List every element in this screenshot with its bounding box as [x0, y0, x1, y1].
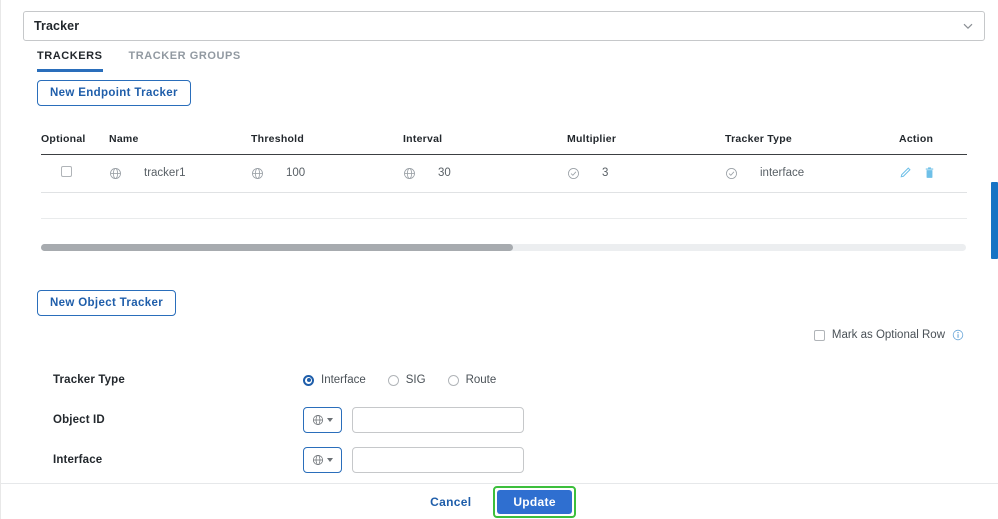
footer-actions: Cancel Update: [1, 483, 998, 519]
form-row-object-id: Object ID: [1, 400, 998, 440]
interface-scope-dropdown[interactable]: [303, 447, 342, 473]
object-id-scope-dropdown[interactable]: [303, 407, 342, 433]
trackers-table: Optional Name Threshold Interval Multipl…: [41, 133, 967, 219]
radio-sig[interactable]: SIG: [387, 374, 426, 386]
cell-threshold: 100: [251, 154, 403, 193]
cell-optional: [41, 154, 109, 193]
new-endpoint-tracker-button[interactable]: New Endpoint Tracker: [37, 80, 191, 106]
object-tracker-form: Tracker Type Interface SIG Route Object …: [1, 360, 998, 480]
page-vertical-scrollbar[interactable]: [991, 182, 998, 259]
cell-interval: 30: [403, 154, 567, 193]
new-object-tracker-button[interactable]: New Object Tracker: [37, 290, 177, 316]
tab-tracker-groups[interactable]: TRACKER GROUPS: [129, 50, 241, 72]
table-empty-row: [41, 193, 967, 219]
tracker-type-select-value: Tracker: [34, 19, 80, 33]
radio-route-label: Route: [465, 374, 497, 386]
interface-label: Interface: [53, 454, 103, 466]
caret-down-icon: [327, 458, 333, 462]
pencil-icon[interactable]: [899, 166, 912, 180]
row-tracker-type-value: interface: [760, 167, 805, 179]
cell-name: tracker1: [109, 154, 251, 193]
radio-sig-dot: [387, 374, 399, 386]
update-button[interactable]: Update: [497, 489, 572, 514]
form-row-tracker-type: Tracker Type Interface SIG Route: [1, 360, 998, 400]
radio-route-dot: [447, 374, 459, 386]
column-header-name: Name: [109, 133, 251, 155]
tracker-configuration-panel: Tracker TRACKERS TRACKER GROUPS New Endp…: [0, 0, 998, 519]
form-row-interface: Interface: [1, 440, 998, 480]
tab-trackers[interactable]: TRACKERS: [37, 50, 103, 72]
caret-down-icon: [327, 418, 333, 422]
tracker-type-select[interactable]: Tracker: [23, 11, 985, 41]
column-header-action: Action: [899, 133, 967, 155]
table-horizontal-scrollbar[interactable]: [41, 244, 966, 251]
column-header-interval: Interval: [403, 133, 567, 155]
globe-icon: [251, 167, 264, 180]
radio-interface[interactable]: Interface: [303, 374, 366, 386]
row-multiplier-value: 3: [602, 167, 609, 179]
cell-tracker-type: interface: [725, 154, 899, 193]
table-row: tracker1 100 30 3 interface: [41, 154, 967, 193]
table-horizontal-scrollbar-thumb[interactable]: [41, 244, 513, 251]
radio-interface-label: Interface: [321, 374, 366, 386]
radio-sig-label: SIG: [405, 374, 426, 386]
cancel-button[interactable]: Cancel: [424, 491, 477, 513]
globe-icon: [109, 167, 122, 180]
column-header-tracker-type: Tracker Type: [725, 133, 899, 155]
column-header-multiplier: Multiplier: [567, 133, 725, 155]
tracker-type-label: Tracker Type: [53, 374, 125, 386]
cell-multiplier: 3: [567, 154, 725, 193]
mark-as-optional-row-checkbox[interactable]: [813, 329, 825, 341]
chevron-down-icon: [962, 20, 974, 32]
globe-icon: [403, 167, 416, 180]
column-header-optional: Optional: [41, 133, 109, 155]
trash-icon[interactable]: [923, 166, 936, 180]
globe-icon: [312, 414, 324, 426]
row-interval-value: 30: [438, 167, 451, 179]
radio-interface-dot: [303, 374, 314, 386]
info-icon[interactable]: [952, 329, 964, 341]
interface-input[interactable]: [352, 447, 524, 473]
cell-action: [899, 154, 967, 193]
row-name-value: tracker1: [144, 167, 186, 179]
check-circle-icon: [725, 167, 738, 180]
object-id-label: Object ID: [53, 414, 105, 426]
tracker-type-radio-group: Interface SIG Route: [303, 374, 496, 386]
row-optional-checkbox[interactable]: [61, 166, 72, 177]
column-header-threshold: Threshold: [251, 133, 403, 155]
mark-as-optional-row: Mark as Optional Row: [813, 329, 964, 341]
table-header-row: Optional Name Threshold Interval Multipl…: [41, 133, 967, 155]
globe-icon: [312, 454, 324, 466]
mark-as-optional-row-label: Mark as Optional Row: [831, 329, 945, 341]
update-button-highlight: Update: [493, 485, 576, 518]
radio-route[interactable]: Route: [447, 374, 497, 386]
check-circle-icon: [567, 167, 580, 180]
row-threshold-value: 100: [286, 167, 306, 179]
tabs-bar: TRACKERS TRACKER GROUPS: [37, 50, 241, 72]
object-id-input[interactable]: [352, 407, 524, 433]
